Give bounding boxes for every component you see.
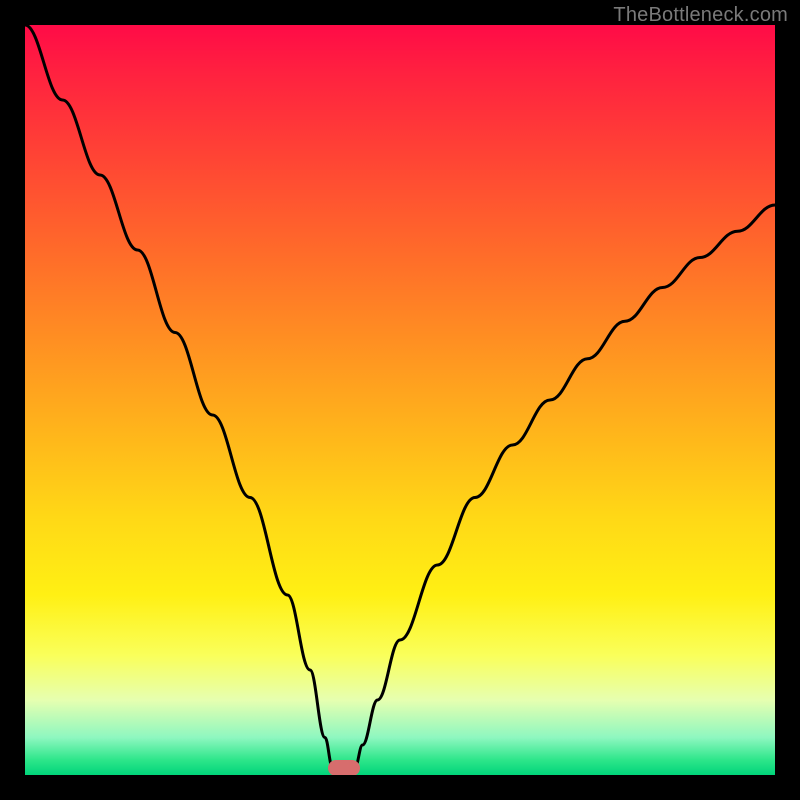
chart-stage: TheBottleneck.com [0, 0, 800, 800]
optimum-marker [328, 760, 360, 775]
watermark-text: TheBottleneck.com [613, 4, 788, 27]
plot-area [25, 25, 775, 775]
bottleneck-curve [25, 25, 775, 775]
